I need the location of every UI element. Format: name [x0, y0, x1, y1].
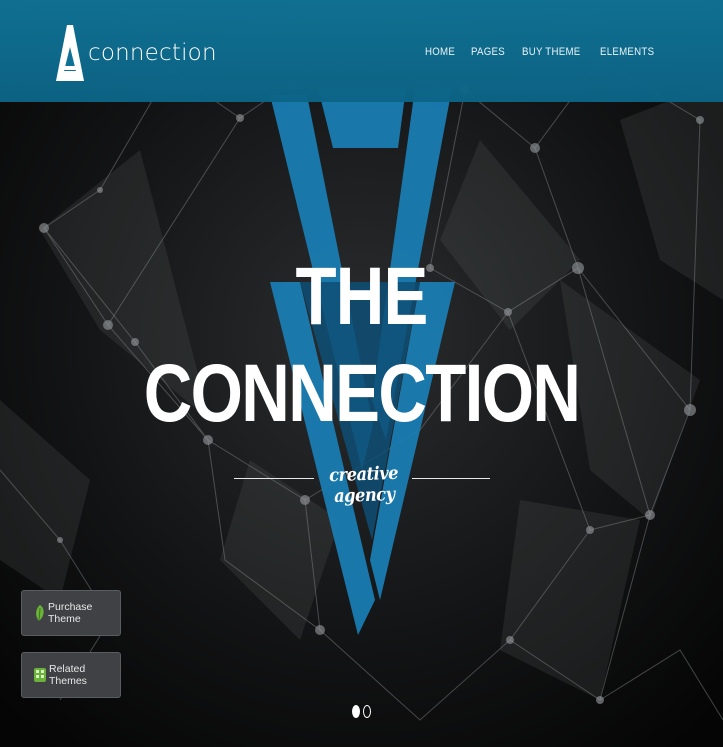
slider-pagination — [352, 705, 371, 718]
tagline-divider-left — [234, 478, 314, 479]
hero-tagline: creative agency — [328, 462, 399, 508]
logo-a-icon — [56, 25, 84, 81]
nav-home[interactable]: HOME — [425, 46, 455, 58]
nav-elements[interactable]: ELEMENTS — [600, 46, 654, 58]
grid-icon — [34, 667, 46, 683]
purchase-theme-button[interactable]: Purchase Theme — [21, 590, 121, 636]
purchase-theme-label: Purchase Theme — [48, 601, 93, 625]
slider-dot-2[interactable] — [363, 705, 371, 718]
related-themes-label: Related Themes — [49, 663, 87, 687]
slider-dot-1[interactable] — [352, 705, 360, 718]
hero-tagline-group: creative agency — [234, 462, 490, 507]
nav-buy-theme[interactable]: BUY THEME — [522, 46, 581, 58]
brand-logo[interactable]: connection — [56, 25, 217, 81]
nav-pages[interactable]: PAGES — [471, 46, 505, 58]
brand-name: connection — [88, 40, 217, 66]
hero-title-line1: THE — [295, 251, 428, 342]
related-themes-button[interactable]: Related Themes — [21, 652, 121, 698]
leaf-icon — [34, 604, 45, 622]
tagline-divider-right — [412, 478, 490, 479]
hero-title-line2: CONNECTION — [143, 348, 581, 439]
site-header: connection HOME PAGES BUY THEME ELEMENTS — [0, 0, 723, 102]
main-nav: HOME PAGES BUY THEME ELEMENTS — [425, 46, 662, 58]
